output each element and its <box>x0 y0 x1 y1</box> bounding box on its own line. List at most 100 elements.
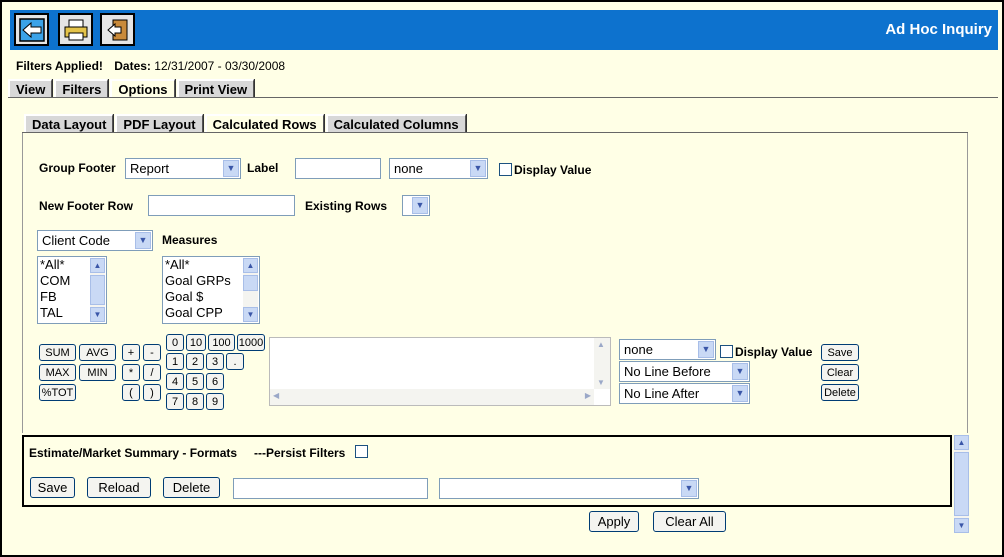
row-format-select[interactable]: none ▼ <box>619 339 716 360</box>
tab-options[interactable]: Options <box>110 79 175 98</box>
close-paren-button[interactable]: ) <box>143 384 161 401</box>
tab-pdf-layout[interactable]: PDF Layout <box>115 114 203 133</box>
group-footer-label: Group Footer <box>39 161 116 175</box>
measures-scrollbar[interactable]: ▲ ▼ <box>243 258 258 322</box>
pct-total-button[interactable]: %TOT <box>39 384 76 401</box>
chevron-down-icon: ▼ <box>223 160 239 177</box>
chevron-up-icon[interactable]: ▲ <box>954 435 969 450</box>
tab-filters[interactable]: Filters <box>54 79 109 98</box>
saved-formats-title: Estimate/Market Summary - Formats <box>29 446 238 460</box>
row-save-button[interactable]: Save <box>821 344 859 361</box>
row-clear-button[interactable]: Clear <box>821 364 859 381</box>
dates-label: Dates: <box>114 59 151 73</box>
label-label: Label <box>247 161 279 175</box>
client-code-select[interactable]: Client Code ▼ <box>37 230 153 251</box>
plus-button[interactable]: + <box>122 344 140 361</box>
format-save-button[interactable]: Save <box>30 477 75 498</box>
persist-filters-label: ---Persist Filters <box>254 446 346 460</box>
client-code-listbox[interactable]: *All* COM FB TAL ▲ ▼ <box>37 256 107 324</box>
line-before-value: No Line Before <box>624 364 711 379</box>
row-delete-button[interactable]: Delete <box>821 384 859 401</box>
open-paren-button[interactable]: ( <box>122 384 140 401</box>
print-button[interactable] <box>58 13 93 46</box>
num-6-button[interactable]: 6 <box>206 373 224 390</box>
back-icon <box>18 17 45 42</box>
chevron-up-icon[interactable]: ▲ <box>243 258 258 273</box>
chevron-down-icon: ▼ <box>732 385 748 402</box>
chevron-down-icon[interactable]: ▼ <box>90 307 105 322</box>
multiply-button[interactable]: * <box>122 364 140 381</box>
line-before-select[interactable]: No Line Before ▼ <box>619 361 750 382</box>
scroll-thumb[interactable] <box>243 275 258 291</box>
row-display-value-checkbox[interactable] <box>720 345 733 358</box>
format-name-input[interactable] <box>233 478 428 499</box>
num-3-button[interactable]: 3 <box>206 353 224 370</box>
page-title: Ad Hoc Inquiry <box>885 21 992 38</box>
formula-vscroll[interactable]: ▲ ▼ <box>594 338 610 389</box>
tab-data-layout[interactable]: Data Layout <box>24 114 114 133</box>
group-footer-format-select[interactable]: none ▼ <box>389 158 488 179</box>
num-8-button[interactable]: 8 <box>186 393 204 410</box>
chevron-down-icon: ▼ <box>698 341 714 358</box>
page-scrollbar[interactable]: ▲ ▼ <box>954 435 969 533</box>
max-button[interactable]: MAX <box>39 364 76 381</box>
format-reload-button[interactable]: Reload <box>87 477 151 498</box>
num-9-button[interactable]: 9 <box>206 393 224 410</box>
sum-button[interactable]: SUM <box>39 344 76 361</box>
formula-hscroll[interactable]: ◀ ▶ <box>270 389 594 405</box>
persist-filters-checkbox[interactable] <box>355 445 368 458</box>
chevron-down-icon[interactable]: ▼ <box>243 307 258 322</box>
num-10-button[interactable]: 10 <box>186 334 206 351</box>
chevron-down-icon: ▼ <box>135 232 151 249</box>
print-icon <box>64 19 87 40</box>
back-button[interactable] <box>14 13 49 46</box>
group-footer-display-value-label: Display Value <box>514 163 592 177</box>
existing-rows-select[interactable]: ▼ <box>402 195 430 216</box>
row-format-value: none <box>624 342 653 357</box>
num-4-button[interactable]: 4 <box>166 373 184 390</box>
new-footer-row-label: New Footer Row <box>39 199 134 213</box>
tab-view[interactable]: View <box>8 79 53 98</box>
measures-label: Measures <box>162 233 218 247</box>
apply-button[interactable]: Apply <box>589 511 639 532</box>
clear-all-button[interactable]: Clear All <box>653 511 726 532</box>
label-input[interactable] <box>295 158 381 179</box>
chevron-up-icon[interactable]: ▲ <box>597 340 605 349</box>
measures-listbox[interactable]: *All* Goal GRPs Goal $ Goal CPP ▲ ▼ <box>162 256 260 324</box>
avg-button[interactable]: AVG <box>79 344 116 361</box>
num-1-button[interactable]: 1 <box>166 353 184 370</box>
chevron-down-icon[interactable]: ▼ <box>954 518 969 533</box>
group-footer-select[interactable]: Report ▼ <box>125 158 241 179</box>
format-delete-button[interactable]: Delete <box>163 477 220 498</box>
new-footer-row-input[interactable] <box>148 195 295 216</box>
group-footer-display-value-checkbox[interactable] <box>499 163 512 176</box>
num-2-button[interactable]: 2 <box>186 353 204 370</box>
num-5-button[interactable]: 5 <box>186 373 204 390</box>
chevron-left-icon[interactable]: ◀ <box>273 391 279 400</box>
tab-print-view[interactable]: Print View <box>176 79 255 98</box>
scroll-thumb[interactable] <box>954 452 969 516</box>
chevron-up-icon[interactable]: ▲ <box>90 258 105 273</box>
exit-icon <box>106 19 127 40</box>
scroll-thumb[interactable] <box>90 275 105 305</box>
minus-button[interactable]: - <box>143 344 161 361</box>
tab-calculated-columns[interactable]: Calculated Columns <box>325 114 466 133</box>
decimal-button[interactable]: . <box>226 353 244 370</box>
chevron-down-icon[interactable]: ▼ <box>597 378 605 387</box>
filters-applied-label: Filters Applied! <box>16 59 103 73</box>
existing-rows-label: Existing Rows <box>305 199 388 213</box>
min-button[interactable]: MIN <box>79 364 116 381</box>
num-100-button[interactable]: 100 <box>208 334 235 351</box>
exit-button[interactable] <box>100 13 135 46</box>
num-1000-button[interactable]: 1000 <box>237 334 265 351</box>
line-after-select[interactable]: No Line After ▼ <box>619 383 750 404</box>
chevron-right-icon[interactable]: ▶ <box>585 391 591 400</box>
dates-value: 12/31/2007 - 03/30/2008 <box>154 59 286 73</box>
num-0-button[interactable]: 0 <box>166 334 184 351</box>
num-7-button[interactable]: 7 <box>166 393 184 410</box>
saved-formats-select[interactable]: ▼ <box>439 478 699 499</box>
divide-button[interactable]: / <box>143 364 161 381</box>
formula-textarea[interactable]: ▲ ▼ ◀ ▶ <box>269 337 611 406</box>
tab-calculated-rows[interactable]: Calculated Rows <box>204 114 324 133</box>
client-code-scrollbar[interactable]: ▲ ▼ <box>90 258 105 322</box>
